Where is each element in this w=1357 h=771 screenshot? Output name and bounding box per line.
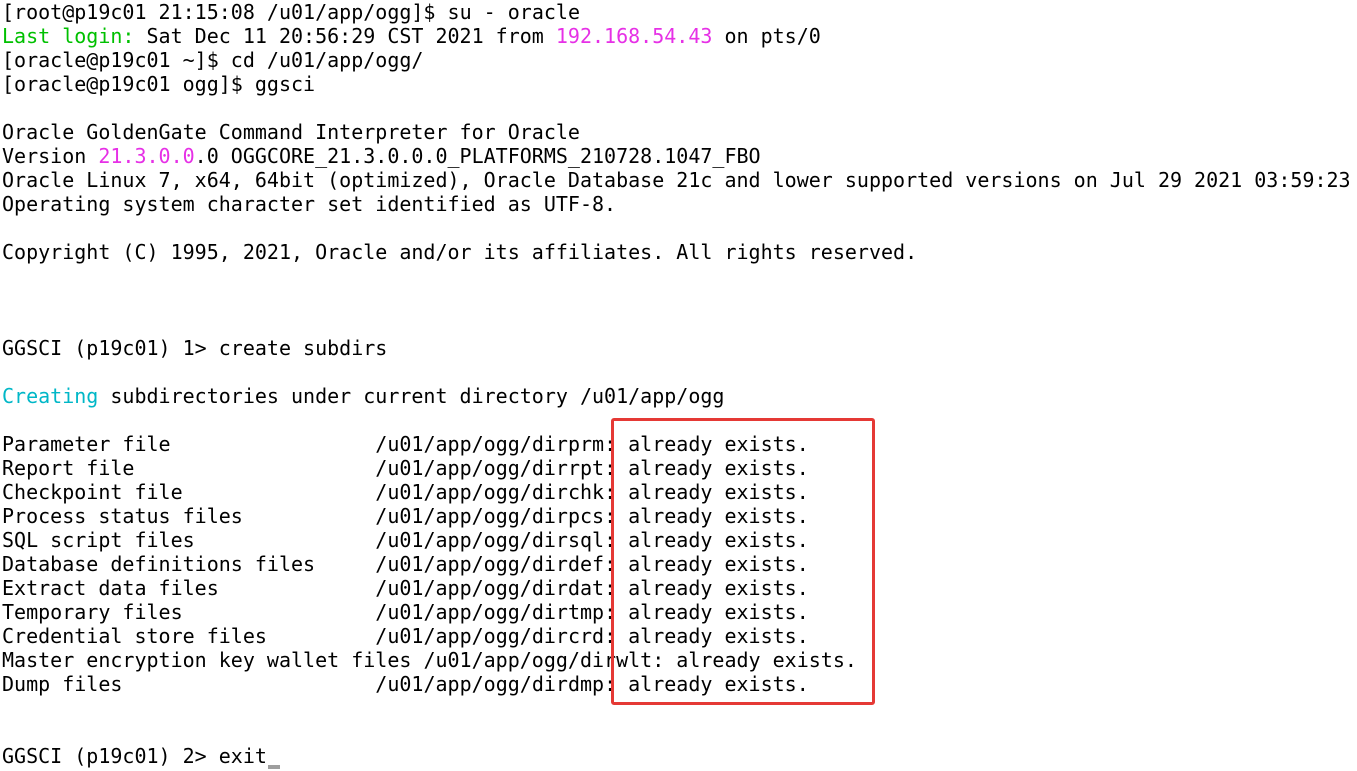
terminal-window[interactable]: [root@p19c01 21:15:08 /u01/app/ogg]$ su … [0,0,1357,771]
ggsci-prompt: GGSCI (p19c01) 2> [2,744,219,768]
last-login-ip: 192.168.54.43 [555,24,713,48]
subdir-label: Checkpoint file [2,480,376,504]
charset-line: Operating system character set identifie… [2,192,617,216]
shell-prompt: [oracle@p19c01 ~]$ [2,48,231,72]
command-text: create subdirs [218,336,388,360]
subdir-label: Temporary files [2,600,376,624]
subdir-path: /u01/app/ogg/dirdef [375,552,605,576]
shell-prompt: [oracle@p19c01 ogg]$ [2,72,255,96]
ggsci-prompt: GGSCI (p19c01) 1> [2,336,219,360]
version-label: Version [2,144,99,168]
copyright-line: Copyright (C) 1995, 2021, Oracle and/or … [2,240,918,264]
subdir-label: Credential store files [2,624,376,648]
subdir-path: /u01/app/ogg/dirdmp [375,672,605,696]
last-login-line: Last login: Sat Dec 11 20:56:29 CST 2021… [2,24,821,48]
last-login-date: Sat Dec 11 20:56:29 CST 2021 from [134,24,556,48]
subdir-path: /u01/app/ogg/dirsql [375,528,605,552]
command-text: su - oracle [447,0,580,24]
ggsci-command-line: [oracle@p19c01 ogg]$ ggsci [2,72,315,96]
subdir-label: Parameter file [2,432,376,456]
command-text: ggsci [254,72,316,96]
version-rest: .0 OGGCORE_21.3.0.0.0_PLATFORMS_210728.1… [194,144,761,168]
subdir-path: /u01/app/ogg/dirdat [375,576,605,600]
subdir-path: /u01/app/ogg/dirrpt [375,456,605,480]
text-cursor [267,765,280,769]
subdir-label: SQL script files [2,528,376,552]
command-text: cd /u01/app/ogg/ [230,48,424,72]
subdir-label: Extract data files [2,576,376,600]
subdir-label: Database definitions files [2,552,376,576]
subdir-path: /u01/app/ogg/dirpcs [375,504,605,528]
subdir-label: Dump files [2,672,376,696]
highlight-annotation-box [611,418,875,705]
subdir-label: Report file [2,456,376,480]
su-command-line: [root@p19c01 21:15:08 /u01/app/ogg]$ su … [2,0,580,24]
subdir-path: /u01/app/ogg/dircrd [375,624,605,648]
platform-line: Oracle Linux 7, x64, 64bit (optimized), … [2,168,1351,192]
creating-line: Creating subdirectories under current di… [2,384,724,408]
subdir-path: /u01/app/ogg/dirtmp [375,600,605,624]
banner-title: Oracle GoldenGate Command Interpreter fo… [2,120,580,144]
cd-command-line: [oracle@p19c01 ~]$ cd /u01/app/ogg/ [2,48,423,72]
version-number: 21.3.0.0 [98,144,195,168]
last-login-label: Last login: [2,24,135,48]
last-login-tail: on pts/0 [712,24,821,48]
creating-word: Creating [2,384,99,408]
ggsci-prompt-line-1: GGSCI (p19c01) 1> create subdirs [2,336,387,360]
subdir-label: Process status files [2,504,376,528]
subdir-path: /u01/app/ogg/dirchk [375,480,605,504]
command-text: exit [218,744,267,768]
subdir-path: /u01/app/ogg/dirprm [375,432,605,456]
version-line: Version 21.3.0.0.0 OGGCORE_21.3.0.0.0_PL… [2,144,761,168]
ggsci-prompt-line-2: GGSCI (p19c01) 2> exit [2,744,280,769]
shell-prompt: [root@p19c01 21:15:08 /u01/app/ogg]$ [2,0,448,24]
subdir-label: Master encryption key wallet files [2,648,424,672]
creating-rest: subdirectories under current directory /… [98,384,725,408]
